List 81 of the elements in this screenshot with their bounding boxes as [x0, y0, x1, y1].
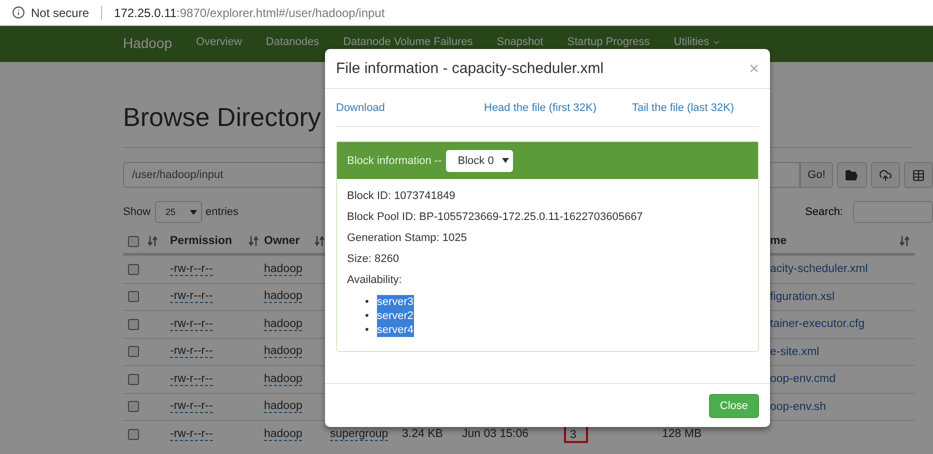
- permission-link[interactable]: -rw-r--r--: [170, 290, 213, 304]
- owner-link[interactable]: hadoop: [264, 262, 302, 276]
- column-header[interactable]: Owner: [264, 235, 300, 247]
- upload-icon: [878, 168, 892, 182]
- file-name-link[interactable]: acity-scheduler.xml: [770, 263, 868, 276]
- modified-cell: Jun 03 15:06: [462, 428, 529, 440]
- block-detail: Availability:: [347, 274, 403, 286]
- file-link[interactable]: Head the file (first 32K): [484, 102, 596, 114]
- caret-icon: [190, 210, 197, 214]
- nav-link[interactable]: Snapshot: [496, 36, 544, 49]
- page-title: Browse Directory: [123, 102, 321, 133]
- file-link[interactable]: Tail the file (last 32K): [632, 102, 734, 114]
- permission-link[interactable]: -rw-r--r--: [170, 318, 213, 331]
- nav-link[interactable]: Overview: [196, 36, 242, 49]
- entries-label: entries: [206, 206, 239, 218]
- row-checkbox[interactable]: [128, 428, 139, 440]
- caret-icon: [712, 38, 722, 47]
- search-label: Search:: [805, 206, 843, 218]
- folder-icon: [845, 168, 858, 182]
- sort-icon[interactable]: [315, 236, 324, 246]
- block-detail: Block ID: 1073741849: [347, 190, 456, 202]
- nav-link[interactable]: Utilities: [674, 36, 722, 49]
- table-icon: [912, 168, 925, 182]
- column-header[interactable]: Permission: [170, 235, 232, 247]
- info-icon[interactable]: [12, 6, 25, 19]
- sort-icon[interactable]: [900, 236, 909, 246]
- nav-link[interactable]: Datanode Volume Failures: [343, 36, 473, 49]
- nav-link[interactable]: Datanodes: [266, 36, 320, 49]
- bullet: •: [365, 309, 369, 323]
- file-name-link[interactable]: oop-env.sh: [770, 400, 826, 413]
- permission-link[interactable]: -rw-r--r--: [170, 262, 213, 276]
- sort-icon[interactable]: [148, 236, 157, 246]
- owner-link[interactable]: hadoop: [264, 345, 302, 358]
- block-detail: Generation Stamp: 1025: [347, 232, 468, 244]
- permission-link[interactable]: -rw-r--r--: [170, 400, 213, 414]
- server-item: server4: [376, 323, 414, 337]
- file-name-link[interactable]: figuration.xsl: [770, 290, 835, 303]
- show-label: Show: [123, 206, 151, 218]
- owner-link[interactable]: hadoop: [264, 372, 302, 386]
- owner-link[interactable]: hadoop: [264, 428, 302, 441]
- row-checkbox[interactable]: [128, 346, 139, 358]
- select-all-checkbox[interactable]: [128, 236, 139, 246]
- server-item: server2: [376, 309, 414, 323]
- owner-link[interactable]: hadoop: [264, 290, 302, 304]
- file-name-link[interactable]: e-site.xml: [770, 346, 820, 358]
- nav-link[interactable]: Startup Progress: [567, 36, 650, 49]
- file-name-link[interactable]: tainer-executor.cfg: [770, 318, 865, 330]
- row-checkbox[interactable]: [128, 291, 139, 302]
- column-header[interactable]: me: [770, 235, 787, 247]
- file-link[interactable]: Download: [336, 102, 385, 114]
- owner-link[interactable]: hadoop: [264, 400, 302, 414]
- row-checkbox[interactable]: [128, 264, 139, 275]
- permission-link[interactable]: -rw-r--r--: [170, 428, 213, 441]
- search-field[interactable]: [853, 201, 933, 223]
- block-detail: Block Pool ID: BP-1055723669-172.25.0.11-1622703605667: [347, 211, 644, 223]
- url-text[interactable]: 172.25.0.11:9870/explorer.html#/user/hadoop/input: [114, 6, 385, 20]
- brand-link[interactable]: Hadoop: [123, 36, 172, 50]
- bullet: •: [365, 295, 369, 309]
- close-dialog-button[interactable]: Close: [708, 394, 759, 418]
- owner-link[interactable]: hadoop: [264, 318, 302, 331]
- permission-link[interactable]: -rw-r--r--: [170, 345, 213, 358]
- block-label: Block information --: [347, 154, 442, 166]
- page-size-select[interactable]: 25: [154, 201, 202, 223]
- upload-button[interactable]: [870, 162, 900, 188]
- block-detail: Size: 8260: [347, 253, 400, 265]
- table-button[interactable]: [904, 162, 933, 188]
- server-item: server3: [376, 295, 414, 309]
- bullet: •: [365, 323, 369, 337]
- size-cell: 3.24 KB: [402, 428, 443, 440]
- row-checkbox[interactable]: [128, 374, 139, 385]
- file-name-link[interactable]: oop-env.cmd: [770, 373, 836, 386]
- folder-button[interactable]: [837, 162, 867, 188]
- row-checkbox[interactable]: [128, 401, 139, 412]
- security-label: Not secure: [31, 6, 90, 20]
- sort-icon[interactable]: [249, 236, 258, 246]
- dialog-title: File information - capacity-scheduler.xml: [336, 60, 604, 77]
- row-checkbox[interactable]: [128, 318, 139, 330]
- block-select[interactable]: Block 0: [446, 150, 513, 172]
- go-button[interactable]: Go!: [800, 162, 834, 188]
- permission-link[interactable]: -rw-r--r--: [170, 372, 213, 386]
- block-size-cell: 128 MB: [662, 428, 702, 440]
